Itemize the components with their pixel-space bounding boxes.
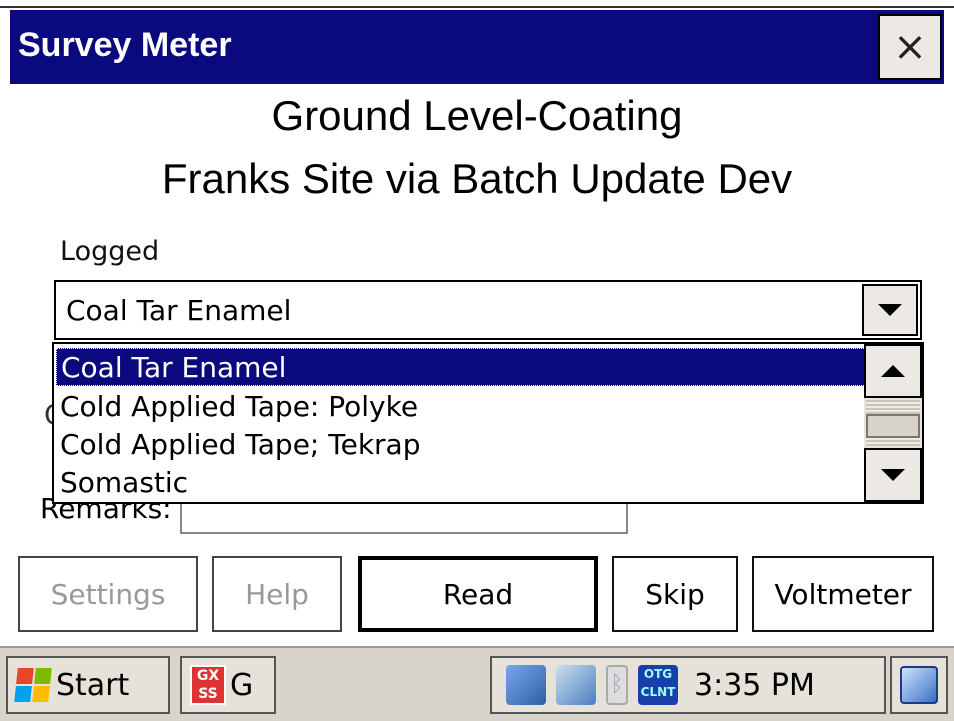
screen-top-edge (0, 0, 954, 8)
gxss-app-icon: GX SS (190, 665, 226, 705)
read-button[interactable]: Read (358, 556, 598, 632)
start-label: Start (56, 667, 130, 703)
taskbar: Start GX SS G ᛒ OTG CLNT 3:35 PM (0, 646, 954, 721)
windows-logo-icon (14, 668, 52, 702)
logged-dropdown-list: Coal Tar Enamel Cold Applied Tape: Polyk… (52, 342, 924, 504)
voltmeter-button[interactable]: Voltmeter (752, 556, 934, 632)
network-icon[interactable] (506, 665, 546, 705)
help-button[interactable]: Help (212, 556, 342, 632)
close-button[interactable]: × (878, 14, 942, 80)
taskbar-app-label: G (230, 667, 254, 703)
logged-label: Logged (60, 236, 160, 267)
dropdown-scrollbar[interactable] (864, 344, 922, 502)
clock[interactable]: 3:35 PM (694, 668, 815, 703)
scroll-thumb[interactable] (866, 414, 920, 438)
combobox-dropdown-button[interactable] (862, 284, 918, 336)
window-title-bar: Survey Meter × (10, 10, 944, 84)
scroll-up-button[interactable] (864, 344, 922, 398)
settings-button[interactable]: Settings (18, 556, 198, 632)
chevron-down-icon (878, 304, 902, 316)
close-icon: × (893, 24, 927, 70)
start-button[interactable]: Start (6, 656, 170, 714)
otg-client-icon[interactable]: OTG CLNT (638, 665, 678, 705)
dropdown-option[interactable]: Cold Applied Tape: Polyke (56, 388, 868, 426)
chevron-up-icon (881, 365, 905, 377)
activesync-icon[interactable] (556, 665, 596, 705)
taskbar-app-button[interactable]: GX SS G (180, 656, 276, 714)
chevron-down-icon (881, 469, 905, 481)
desktop-icon (900, 666, 938, 704)
dropdown-option[interactable]: Coal Tar Enamel (56, 348, 868, 386)
page-heading-line1: Ground Level-Coating (271, 92, 683, 139)
logged-combobox[interactable]: Coal Tar Enamel (54, 280, 922, 340)
remarks-input[interactable] (180, 500, 628, 534)
scroll-down-button[interactable] (864, 448, 922, 502)
page-heading-line2: Franks Site via Batch Update Dev (161, 155, 793, 202)
system-tray: ᛒ OTG CLNT 3:35 PM (490, 656, 886, 714)
dropdown-option[interactable]: Cold Applied Tape; Tekrap (56, 426, 868, 464)
skip-button[interactable]: Skip (612, 556, 738, 632)
dropdown-option[interactable]: Somastic (56, 464, 868, 502)
window-title: Survey Meter (18, 26, 232, 64)
bluetooth-icon[interactable]: ᛒ (606, 665, 628, 705)
logged-selected-value: Coal Tar Enamel (66, 294, 292, 327)
show-desktop-button[interactable] (890, 656, 948, 714)
